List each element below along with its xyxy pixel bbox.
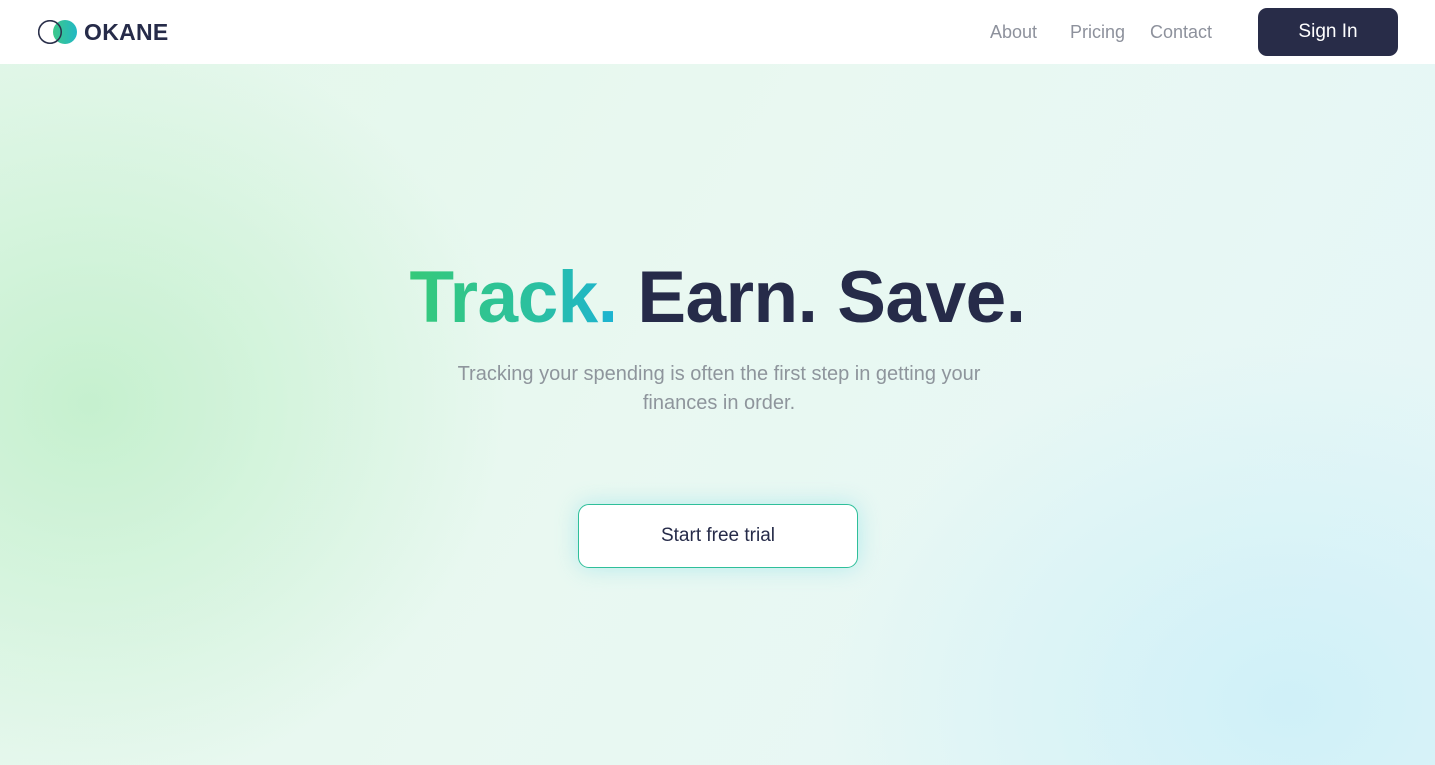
overlapping-circles-icon xyxy=(38,19,78,45)
headline-accent: Track. xyxy=(409,257,619,338)
landing-page: OKANE About Pricing Contact Sign In Trac… xyxy=(0,0,1435,765)
sign-in-button[interactable]: Sign In xyxy=(1258,8,1398,56)
hero-subtitle: Tracking your spending is often the firs… xyxy=(457,363,981,414)
brand-name: OKANE xyxy=(84,18,169,45)
nav-link-pricing[interactable]: Pricing xyxy=(1070,20,1125,44)
start-free-trial-button[interactable]: Start free trial xyxy=(578,504,858,568)
hero-section: Track. Earn. Save. Tracking your spendin… xyxy=(0,64,1435,765)
nav-link-about[interactable]: About xyxy=(990,20,1037,44)
brand-logo[interactable]: OKANE xyxy=(38,18,169,46)
nav-link-contact[interactable]: Contact xyxy=(1150,20,1212,44)
hero-headline: Track. Earn. Save. xyxy=(0,257,1435,339)
top-navbar: OKANE About Pricing Contact Sign In xyxy=(0,0,1435,64)
headline-rest: Earn. Save. xyxy=(637,257,1026,338)
